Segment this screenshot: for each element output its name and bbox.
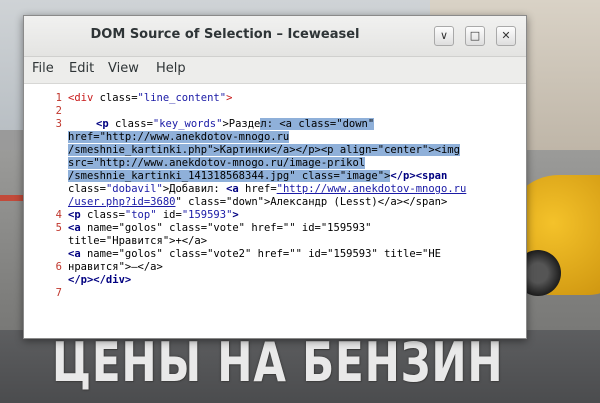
code-link[interactable]: /user.php?id=3680 xyxy=(68,196,175,208)
close-icon: ✕ xyxy=(501,29,511,42)
code-attr: id= xyxy=(156,209,182,221)
line-number: 6 xyxy=(55,261,62,273)
code-tag: > xyxy=(226,92,233,104)
code-attr: class= xyxy=(86,209,125,221)
selected-text: /smeshnie_kartinki.php">Картинки</a></p>… xyxy=(68,144,460,156)
code-line-6b: нравится">–</a> xyxy=(68,261,163,274)
selected-text: src="http://www.anekdotov-mnogo.ru/image… xyxy=(68,157,366,169)
code-line-1: <div class="line_content"> xyxy=(68,92,232,105)
code-line-3d: src="http://www.anekdotov-mnogo.ru/image… xyxy=(68,157,366,170)
code-tag: <a xyxy=(226,183,246,195)
code-line-6a: <a name="golos" class="vote2" href="" id… xyxy=(68,248,441,261)
code-line-7: </p></div> xyxy=(68,274,131,287)
code-value: "top" xyxy=(124,209,157,221)
code-attr: href= xyxy=(245,183,277,195)
menu-help[interactable]: Help xyxy=(156,61,186,76)
code-line-3a: <p class="key_words">Раздел: <a class="d… xyxy=(96,118,375,131)
code-line-3g: /user.php?id=3680" class="down">Александ… xyxy=(68,196,447,209)
code-value: "dobavil" xyxy=(105,183,163,195)
code-value: "key_words" xyxy=(152,118,223,130)
code-text: >Добавил: xyxy=(162,183,227,195)
code-line-3c: /smeshnie_kartinki.php">Картинки</a></p>… xyxy=(68,144,460,157)
line-number: 5 xyxy=(55,222,62,234)
code-line-3b: href="http://www.anekdotov-mnogo.ru xyxy=(68,131,290,144)
menu-view[interactable]: View xyxy=(108,61,139,76)
close-button[interactable]: ✕ xyxy=(496,26,516,46)
selected-text: л: <a class="down" xyxy=(260,118,375,130)
code-text: >Разде xyxy=(222,118,261,130)
code-line-3f: class="dobavil">Добавил: <a href="http:/… xyxy=(68,183,466,196)
code-attr: class= xyxy=(114,118,153,130)
menu-file[interactable]: File xyxy=(32,61,54,76)
line-number: 1 xyxy=(55,92,62,104)
code-tag: <p xyxy=(96,118,115,130)
line-number: 3 xyxy=(55,118,62,130)
dom-source-window: DOM Source of Selection – Iceweasel ∨ □ … xyxy=(23,15,527,339)
code-tag: <a xyxy=(68,248,87,260)
title-bar[interactable]: DOM Source of Selection – Iceweasel ∨ □ … xyxy=(24,16,526,57)
code-link[interactable]: "http://www.anekdotov-mnogo.ru xyxy=(277,183,467,195)
maximize-icon: □ xyxy=(469,29,481,42)
menu-edit[interactable]: Edit xyxy=(69,61,94,76)
minimize-icon: ∨ xyxy=(439,29,449,42)
menu-bar: File Edit View Help xyxy=(24,57,526,84)
selected-text: /smeshnie_kartinki_141318568344.jpg" cla… xyxy=(68,170,391,182)
code-tag: > xyxy=(232,209,239,221)
code-tag: <div xyxy=(68,92,100,104)
code-text: title="Нравится">+</a> xyxy=(68,235,208,247)
code-line-4: <p class="top" id="159593"> xyxy=(68,209,239,222)
line-number: 2 xyxy=(55,105,62,117)
code-attr: class= xyxy=(99,92,138,104)
code-attr: class= xyxy=(68,183,106,195)
line-number: 7 xyxy=(55,287,62,299)
code-value: "line_content" xyxy=(137,92,227,104)
selected-text: href="http://www.anekdotov-mnogo.ru xyxy=(68,131,290,143)
code-line-5b: title="Нравится">+</a> xyxy=(68,235,207,248)
code-text: name="golos" class="vote2" href="" id="1… xyxy=(86,248,441,260)
source-view[interactable]: 1 2 3 4 5 6 7 <div class="line_content">… xyxy=(24,84,526,338)
code-tag: <p xyxy=(68,209,87,221)
line-number: 4 xyxy=(55,209,62,221)
code-text: " class="down">Александр (Lesst)</a></sp… xyxy=(175,196,448,208)
code-text: нравится">–</a> xyxy=(68,261,163,273)
maximize-button[interactable]: □ xyxy=(465,26,485,46)
code-tag: </p></div> xyxy=(68,274,132,286)
code-tag: <a xyxy=(68,222,87,234)
code-text: name="golos" class="vote" href="" id="15… xyxy=(86,222,372,234)
code-line-3e: /smeshnie_kartinki_141318568344.jpg" cla… xyxy=(68,170,447,183)
minimize-button[interactable]: ∨ xyxy=(434,26,454,46)
window-title: DOM Source of Selection – Iceweasel xyxy=(90,27,360,42)
code-line-5a: <a name="golos" class="vote" href="" id=… xyxy=(68,222,371,235)
code-tag: </p><span xyxy=(390,170,448,182)
code-value: "159593" xyxy=(181,209,233,221)
